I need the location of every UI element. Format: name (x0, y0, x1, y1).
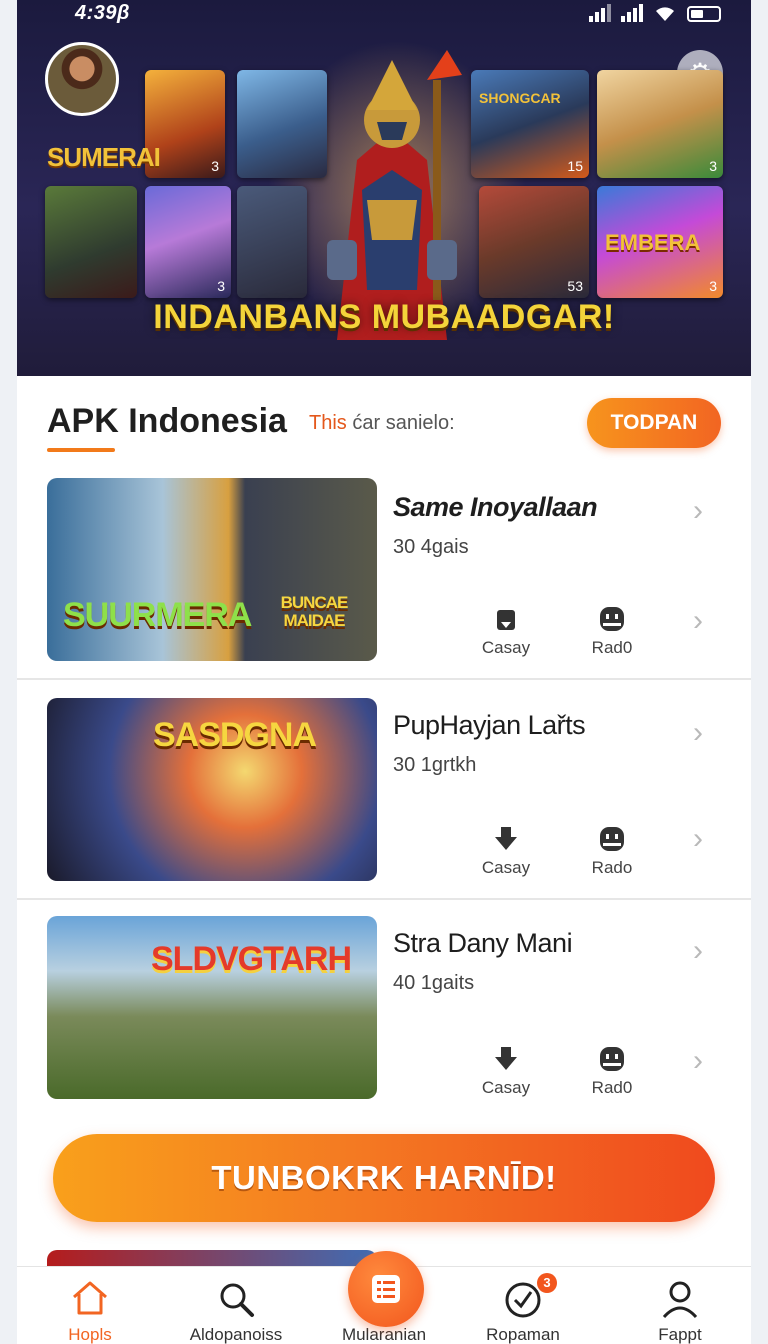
radio-action[interactable]: Rado (577, 824, 647, 878)
casay-action[interactable]: Casay (471, 604, 541, 658)
battery-icon (687, 6, 721, 22)
game-card[interactable]: SUURMERA BUNCAE MAIDAE Same Inoyallaan 3… (17, 460, 751, 680)
chevron-right-icon[interactable]: › (693, 934, 703, 968)
radio-action[interactable]: Rad0 (577, 1044, 647, 1098)
game-title: Stra Dany Mani (393, 928, 573, 958)
hero-banner[interactable]: 4:39β ⚙ 3 SUMERAI 3 SHONGCAR 15 (17, 0, 751, 376)
chevron-right-icon[interactable]: › (693, 604, 703, 638)
game-thumbnail[interactable]: SLDVGTARH (47, 916, 377, 1099)
game-meta: 30 1grtkh (393, 754, 477, 776)
download-icon (495, 827, 517, 850)
robot-icon (600, 1047, 624, 1071)
game-card[interactable]: SASDGNA PupHayjan Lařts 30 1grtkh › Casa… (17, 680, 751, 900)
game-meta: 30 4gais (393, 536, 469, 558)
bottom-navigation: Hopls Aldopanoiss Mularanian Ropaman 3 F… (17, 1251, 751, 1344)
top-button[interactable]: TODPAN (587, 398, 721, 448)
home-icon (73, 1281, 107, 1315)
game-title: PupHayjan Lařts (393, 710, 586, 740)
section-underline (47, 448, 115, 452)
profile-icon (662, 1281, 698, 1319)
notification-badge: 3 (537, 1273, 557, 1293)
chevron-right-icon[interactable]: › (693, 716, 703, 750)
nav-item-search[interactable]: Aldopanoiss (171, 1267, 301, 1344)
cta-button[interactable]: TUNBOKRK HARNĪD! (53, 1134, 715, 1222)
chevron-right-icon[interactable]: › (693, 822, 703, 856)
chevron-right-icon[interactable]: › (693, 1044, 703, 1078)
nav-item-home[interactable]: Hopls (25, 1267, 155, 1344)
list-icon (372, 1275, 400, 1303)
download-icon (495, 1047, 517, 1070)
hero-tile[interactable] (45, 186, 137, 298)
hero-logo: SUMERAI (47, 142, 161, 172)
nav-item-profile[interactable]: Fappt (615, 1267, 745, 1344)
nav-item-check[interactable]: Ropaman (458, 1267, 588, 1344)
signal-icon-secondary (621, 4, 643, 22)
wifi-icon (656, 7, 674, 21)
hero-tile[interactable]: 3 (145, 186, 231, 298)
avatar[interactable] (45, 42, 119, 116)
status-time: 4:39β (75, 2, 130, 24)
robot-icon (600, 607, 624, 631)
signal-icon (589, 4, 611, 22)
casay-action[interactable]: Casay (471, 824, 541, 878)
casay-action[interactable]: Casay (471, 1044, 541, 1098)
game-title: Same Inoyallaan (393, 492, 598, 522)
game-meta: 40 1gaits (393, 972, 475, 994)
game-thumbnail[interactable]: SASDGNA (47, 698, 377, 881)
app-screen: 4:39β ⚙ 3 SUMERAI 3 SHONGCAR 15 (17, 0, 751, 1344)
chevron-right-icon[interactable]: › (693, 494, 703, 528)
section-subtitle: This ćar sanielo: (309, 412, 455, 434)
search-icon (220, 1283, 254, 1317)
banner-title: INDANBANS MUBAADGAR! (153, 298, 615, 336)
download-icon (497, 610, 515, 630)
radio-action[interactable]: Rad0 (577, 604, 647, 658)
hero-tile[interactable]: EMBERA 3 (597, 186, 723, 298)
game-thumbnail[interactable]: SUURMERA BUNCAE MAIDAE (47, 478, 377, 661)
status-bar: 4:39β (17, 0, 751, 28)
section-title: APK Indonesia (47, 402, 287, 440)
nav-center-button[interactable] (348, 1251, 424, 1327)
game-card[interactable]: SLDVGTARH Stra Dany Mani 40 1gaits › Cas… (17, 898, 751, 1118)
hero-tile[interactable]: 3 (597, 70, 723, 178)
robot-icon (600, 827, 624, 851)
